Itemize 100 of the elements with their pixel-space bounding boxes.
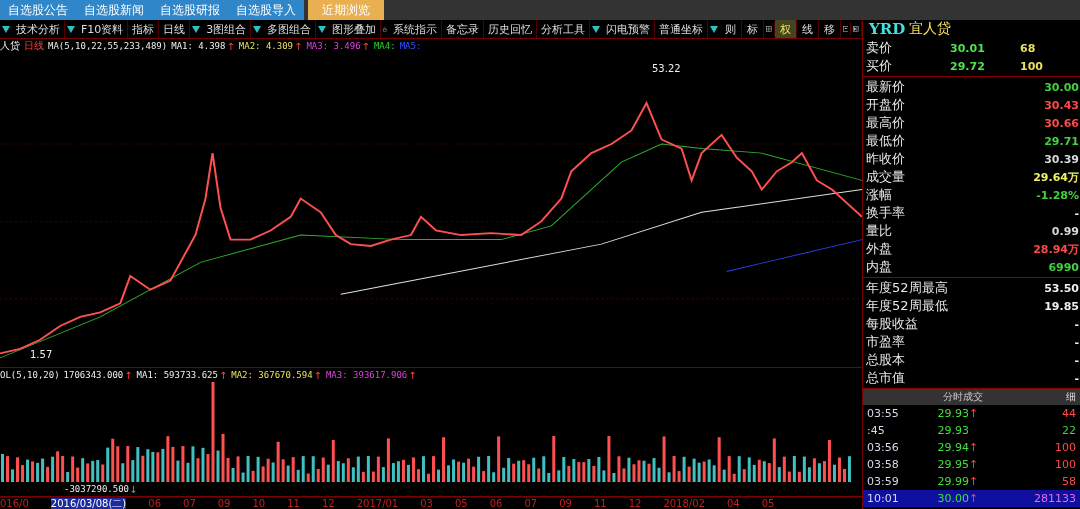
stock-code: YRD (869, 20, 906, 38)
quote-label: 昨收价 (866, 150, 906, 168)
top-tab[interactable]: 自选股研报 (152, 0, 228, 20)
date-label: 2018/02 (663, 498, 705, 509)
top-tab[interactable]: 自选股新闻 (76, 0, 152, 20)
date-label: 09 (217, 498, 231, 509)
quote-value: 30.43 (1044, 98, 1080, 112)
quote-label: 最低价 (866, 132, 906, 150)
quote-value: 30.66 (1044, 116, 1080, 130)
date-label: 07 (183, 498, 196, 509)
volume-params: OL(5,10,20) (0, 370, 60, 380)
date-label: 11 (287, 498, 300, 509)
quote-value: - (1074, 353, 1080, 367)
top-tab[interactable]: 自选股公告 (0, 0, 76, 20)
ma-value: MA2: 4.309 (238, 41, 293, 51)
quote-price: 29.72 (950, 59, 986, 73)
date-label: 11 (593, 498, 607, 509)
trend-arrow: ↑ (361, 40, 370, 52)
date-label: 12 (321, 498, 335, 509)
trade-price: 29.99 (936, 475, 969, 488)
ma-value: MA3: 3.496 (306, 41, 361, 51)
trend-arrow: ↑ (969, 475, 979, 488)
quote-value: -1.28% (1036, 188, 1080, 202)
stock-name: 人贷 (0, 39, 20, 53)
trades-title: 分时成交 (941, 390, 984, 404)
high-price-label: 53.22 (652, 63, 681, 74)
date-label: 05 (761, 498, 775, 509)
trade-row[interactable]: :45 29.93 22 (863, 422, 1080, 439)
volume-value: MA1: 593733.625 (136, 370, 218, 380)
quote-value: 0.99 (1051, 224, 1080, 238)
quote-label: 最高价 (866, 114, 906, 132)
detail-tab[interactable]: 细 (1062, 390, 1080, 404)
low-price-label: 1.57 (30, 349, 53, 360)
quote-label: 总股本 (866, 351, 906, 369)
date-label: 2016/03/08(二) (50, 498, 127, 509)
trade-row[interactable]: 10:01 30.00↑ 281133 (863, 490, 1080, 507)
quote-label: 总市值 (866, 369, 906, 387)
quote-label: 最新价 (866, 78, 906, 96)
trade-price: 29.93 (936, 424, 969, 437)
trade-time: 03:55 (867, 407, 900, 420)
quote-price: 30.01 (950, 41, 986, 55)
quote-label: 卖价 (866, 39, 893, 57)
trade-time: 03:56 (867, 441, 900, 454)
trade-time: :45 (867, 424, 886, 437)
trade-price: 29.93 (936, 407, 969, 420)
trade-price: 30.00 (936, 492, 969, 505)
quote-value: - (1074, 371, 1080, 385)
date-label: 04 (726, 498, 740, 509)
date-label: 016/0 (0, 498, 29, 509)
side-panel-icon[interactable] (851, 22, 862, 36)
quote-label: 涨幅 (866, 186, 893, 204)
trend-arrow: ↑ (218, 369, 228, 381)
stock-name: 宜人贷 (909, 20, 952, 38)
quote-value: 30.39 (1044, 152, 1080, 166)
trade-volume: 58 (1061, 475, 1076, 488)
quote-label: 市盈率 (866, 333, 906, 351)
top-tab[interactable]: 自选股导入 (228, 0, 304, 20)
date-label: 06 (148, 498, 161, 509)
quote-label: 每股收益 (866, 315, 919, 333)
trade-row[interactable]: 03:56 29.94↑ 100 (863, 439, 1080, 456)
quote-label: 开盘价 (866, 96, 906, 114)
trade-volume: 22 (1061, 424, 1076, 437)
trend-arrow: ↑ (408, 369, 417, 381)
quote-label: 成交量 (866, 168, 906, 186)
date-label: 2017/01 (356, 498, 399, 509)
trade-price: 29.95 (936, 458, 969, 471)
quote-label: 年度52周最低 (866, 297, 949, 315)
quote-label: 内盘 (866, 258, 893, 276)
trade-row[interactable]: 03:58 29.95↑ 100 (863, 456, 1080, 473)
trend-arrow: ↓ (129, 483, 138, 495)
quote-value: - (1074, 206, 1080, 220)
trade-row[interactable]: 03:55 29.93↑ 44 (863, 405, 1080, 422)
date-label: 12 (628, 498, 642, 509)
volume-value: 1706343.000 (63, 370, 124, 380)
trade-volume: 100 (1054, 458, 1076, 471)
volume-value: MA2: 367670.594 (231, 370, 313, 380)
trade-row[interactable]: 03:59 29.99↑ 58 (863, 473, 1080, 490)
trade-price: 29.94 (936, 441, 969, 454)
volume-readout: -3037290.500 (64, 484, 130, 494)
trend-arrow: ↑ (313, 369, 322, 381)
quote-label: 量比 (866, 222, 893, 240)
crosshair-box-icon[interactable] (763, 22, 775, 36)
quote-value: 6990 (1048, 260, 1080, 274)
quote-volume: 68 (1020, 41, 1037, 55)
ma-params: MA(5,10,22,55,233,489) (48, 41, 168, 51)
quote-value: 30.00 (1044, 80, 1080, 94)
trend-arrow: ↑ (969, 407, 979, 420)
quote-value: 29.71 (1044, 134, 1080, 148)
quote-value: 53.50 (1044, 281, 1080, 295)
trend-arrow: ↑ (294, 40, 303, 52)
trade-time: 03:59 (867, 475, 900, 488)
quote-value: - (1074, 335, 1080, 349)
toolbar-button[interactable]: 权 (774, 20, 797, 38)
quote-label: 年度52周最高 (866, 279, 949, 297)
trend-arrow: ↑ (124, 369, 133, 381)
ma-value: MA5: (399, 41, 422, 51)
window-icon[interactable] (840, 22, 852, 36)
trend-arrow: ↑ (969, 441, 979, 454)
ma-value: MA1: 4.398 (171, 41, 226, 51)
trend-arrow: ↑ (226, 40, 235, 52)
